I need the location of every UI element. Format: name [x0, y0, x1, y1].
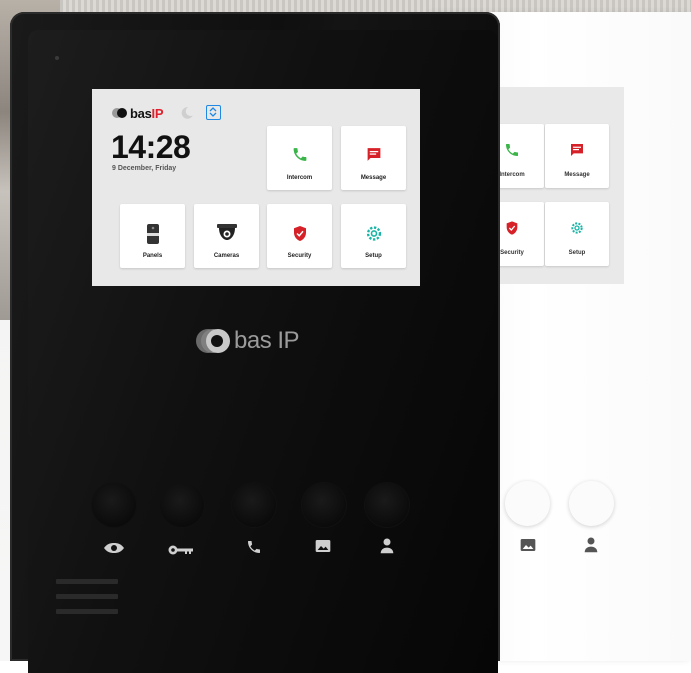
phone-icon: [291, 146, 308, 168]
tile-label: Setup: [365, 253, 382, 259]
tile-panels[interactable]: Panels: [120, 204, 185, 268]
unlock-button[interactable]: [160, 483, 204, 527]
message-icon: [365, 146, 382, 168]
key-icon: [168, 542, 194, 560]
panel-brand-logo: bas IP: [196, 327, 300, 355]
back-tile-label: Setup: [568, 250, 586, 256]
phone-icon: [504, 142, 520, 163]
eye-icon: [103, 541, 125, 559]
camera-lens: [55, 56, 59, 60]
shield-icon: [291, 224, 309, 248]
tile-intercom[interactable]: Intercom: [267, 126, 332, 190]
tile-message[interactable]: Message: [341, 126, 406, 190]
tile-label: Cameras: [213, 253, 240, 259]
gear-icon: [364, 224, 383, 248]
image-icon: [315, 539, 331, 558]
tile-setup[interactable]: Setup: [341, 204, 406, 268]
tile-label: Intercom: [286, 175, 313, 181]
speaker-vent: [56, 609, 118, 614]
back-tile-label: Message: [564, 172, 590, 178]
back-hardware-button: [569, 481, 614, 526]
speaker-vent: [56, 579, 118, 584]
panel-brand-text: bas IP: [234, 327, 300, 354]
brand-logo: basIP: [112, 105, 164, 121]
tile-label: Panels: [142, 253, 163, 259]
logo-mark-icon: [112, 108, 127, 118]
call-button[interactable]: [232, 483, 276, 527]
brand-name: bas: [130, 105, 152, 121]
view-button[interactable]: [92, 483, 136, 527]
clock-time: 14:28: [111, 129, 191, 165]
shield-icon: [504, 220, 520, 241]
scroll-toggle-icon[interactable]: [206, 105, 221, 120]
speaker-vent: [56, 594, 118, 599]
image-icon: [520, 538, 536, 557]
tile-security[interactable]: Security: [267, 204, 332, 268]
tile-label: Security: [287, 253, 312, 259]
camera-icon: [216, 224, 237, 246]
back-hardware-button: [505, 481, 550, 526]
gear-icon: [569, 220, 585, 241]
panel-icon: [146, 224, 160, 249]
white-device-screen: Intercom Message Security Setup: [480, 87, 624, 284]
contacts-button[interactable]: [365, 483, 409, 527]
moon-icon[interactable]: [180, 106, 194, 120]
user-icon: [380, 537, 394, 559]
logo-mark-icon: [196, 329, 230, 353]
phone-icon: [246, 539, 262, 560]
device-screen: basIP 14:28 9 December, Friday Intercom …: [92, 89, 420, 286]
gallery-button[interactable]: [302, 483, 346, 527]
clock-date: 9 December, Friday: [112, 165, 177, 172]
tile-label: Message: [360, 175, 387, 181]
user-icon: [584, 536, 598, 558]
back-tile-message: Message: [545, 124, 609, 188]
tile-cameras[interactable]: Cameras: [194, 204, 259, 268]
back-tile-setup: Setup: [545, 202, 609, 266]
brand-suffix: IP: [151, 105, 164, 121]
message-icon: [569, 142, 585, 163]
